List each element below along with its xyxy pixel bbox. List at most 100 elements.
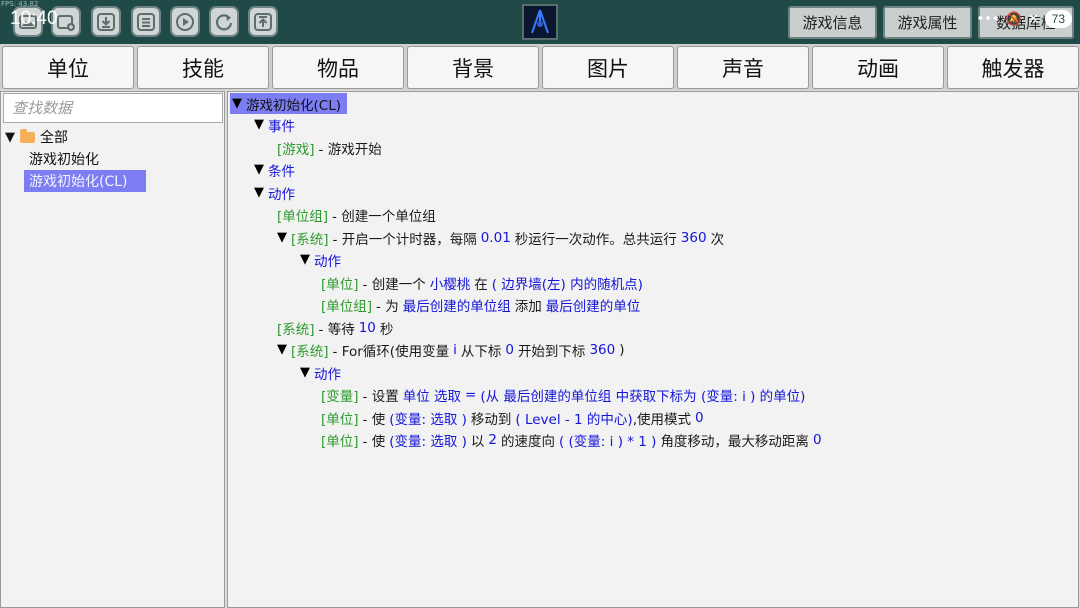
expand-arrow-icon: ▼ — [300, 365, 310, 380]
action-text: ) — [619, 341, 625, 358]
actions-label: 动作 — [314, 366, 341, 383]
script-root[interactable]: ▼ 游戏初始化(CL) — [230, 93, 347, 114]
action-line[interactable]: [单位组] - 创建一个单位组 — [277, 204, 436, 225]
action-line[interactable]: [单位组] - 为 最后创建的单位组 添加 最后创建的单位 — [321, 294, 640, 315]
action-text: - 创建一个 — [362, 276, 426, 293]
tree-item-game-init[interactable]: 游戏初始化 — [24, 148, 104, 170]
play-icon — [176, 12, 194, 31]
tree-item-game-init-cl[interactable]: 游戏初始化(CL) — [24, 170, 146, 192]
action-text: - 创建一个单位组 — [332, 208, 436, 225]
action-text: 添加 — [514, 298, 542, 315]
refresh-icon — [215, 13, 233, 30]
action-tag: [系统] — [291, 231, 329, 248]
action-line-for-loop[interactable]: ▼ [系统] - For循环(使用变量 i 从下标 0 开始到下标 360 ) — [277, 339, 625, 360]
events-label: 事件 — [268, 118, 295, 135]
action-value[interactable]: ( Level - 1 的中心) — [515, 408, 632, 428]
system-status-icons: ••• 🔕 ✕ 73 — [977, 10, 1072, 28]
tab-background[interactable]: 背景 — [407, 46, 539, 89]
action-value[interactable]: 小樱桃 — [430, 273, 471, 293]
save-button[interactable] — [131, 6, 161, 37]
action-value[interactable]: 0 — [695, 410, 704, 426]
folder-icon — [20, 128, 35, 143]
game-logo-button[interactable] — [522, 4, 558, 40]
action-value[interactable]: 2 — [488, 432, 497, 448]
action-line[interactable]: [单位] - 使 (变量: 选取 ) 以 2 的速度向 ( (变量: i ) *… — [321, 429, 822, 450]
action-tag: [单位] — [321, 411, 359, 428]
action-text: 以 — [470, 433, 485, 450]
action-value[interactable]: 最后创建的单位组 — [403, 295, 511, 315]
action-value[interactable]: ( (变量: i ) * 1 ) — [559, 430, 656, 450]
action-line[interactable]: [单位] - 使 (变量: 选取 ) 移动到 ( Level - 1 的中心) … — [321, 407, 704, 428]
expand-arrow-icon: ▼ — [277, 230, 287, 245]
actions-label: 动作 — [314, 253, 341, 270]
action-text: 在 — [474, 276, 488, 293]
event-tag: [游戏] — [277, 141, 315, 158]
action-text: 角度移动，最大移动距离 — [660, 433, 809, 450]
action-value[interactable]: ( 边界墙(左) 内的随机点) — [492, 273, 643, 293]
tab-animations[interactable]: 动画 — [812, 46, 944, 89]
download-icon — [97, 12, 115, 31]
action-value[interactable]: 360 — [681, 230, 707, 246]
action-value[interactable]: 0 — [505, 342, 514, 358]
event-line[interactable]: [游戏] - 游戏开始 — [277, 137, 382, 158]
battery-indicator: 73 — [1044, 10, 1072, 28]
tab-items[interactable]: 物品 — [272, 46, 404, 89]
tab-skills[interactable]: 技能 — [137, 46, 269, 89]
expand-arrow-icon: ▼ — [277, 342, 287, 357]
action-value[interactable]: 0.01 — [481, 230, 511, 246]
game-properties-button[interactable]: 游戏属性 — [883, 6, 972, 39]
action-text: - For循环(使用变量 — [332, 343, 450, 360]
close-icon: ✕ — [1027, 11, 1039, 27]
search-input[interactable] — [3, 93, 223, 123]
action-value[interactable]: 单位 选取 — [403, 385, 461, 405]
tree-root-all[interactable]: ▼ 全部 — [5, 127, 68, 147]
action-text: - 设置 — [362, 388, 399, 405]
action-text: - 使 — [362, 411, 386, 428]
tab-sounds[interactable]: 声音 — [677, 46, 809, 89]
action-text: 秒 — [379, 321, 394, 338]
play-button[interactable] — [170, 6, 200, 37]
actions-header[interactable]: ▼ 动作 — [254, 182, 295, 203]
expand-arrow-icon: ▼ — [300, 252, 310, 267]
action-value[interactable]: 360 — [589, 342, 615, 358]
mute-icon: 🔕 — [1005, 11, 1022, 27]
action-line[interactable]: [单位] - 创建一个 小樱桃 在 ( 边界墙(左) 内的随机点) — [321, 272, 643, 293]
sub-actions-header[interactable]: ▼ 动作 — [300, 362, 341, 383]
actions-label: 动作 — [268, 186, 295, 203]
action-tag: [系统] — [291, 343, 329, 360]
event-text: - 游戏开始 — [318, 141, 382, 158]
category-tabs: 单位 技能 物品 背景 图片 声音 动画 触发器 — [0, 44, 1080, 90]
action-line[interactable]: [系统] - 等待 10 秒 — [277, 317, 393, 338]
action-value[interactable]: 0 — [813, 432, 822, 448]
action-value[interactable]: (变量: 选取 ) — [389, 408, 467, 428]
save-icon — [137, 12, 155, 31]
tab-triggers[interactable]: 触发器 — [947, 46, 1079, 89]
action-value[interactable]: (变量: 选取 ) — [389, 430, 467, 450]
download-button[interactable] — [91, 6, 121, 37]
game-info-button[interactable]: 游戏信息 — [788, 6, 877, 39]
action-value[interactable]: 最后创建的单位 — [546, 295, 641, 315]
action-value[interactable]: i — [453, 342, 457, 358]
status-clock: 10:40 — [10, 8, 58, 29]
tab-images[interactable]: 图片 — [542, 46, 674, 89]
action-text: 从下标 — [460, 343, 502, 360]
action-tag: [变量] — [321, 388, 359, 405]
upload-icon — [254, 12, 272, 31]
action-text: 的速度向 — [500, 433, 555, 450]
action-text: 移动到 — [470, 411, 512, 428]
action-line-timer[interactable]: ▼ [系统] - 开启一个计时器，每隔 0.01 秒运行一次动作。总共运行 36… — [277, 227, 724, 248]
action-operator: = — [465, 386, 477, 403]
action-value[interactable]: 10 — [359, 320, 376, 336]
action-tag: [单位] — [321, 433, 359, 450]
action-line[interactable]: [变量] - 设置 单位 选取 = (从 最后创建的单位组 中获取下标为 (变量… — [321, 384, 805, 405]
action-text: - 等待 — [318, 321, 355, 338]
tab-units[interactable]: 单位 — [2, 46, 134, 89]
action-value[interactable]: (从 最后创建的单位组 中获取下标为 (变量: i ) 的单位) — [480, 385, 805, 405]
conditions-header[interactable]: ▼ 条件 — [254, 159, 295, 180]
expand-arrow-icon: ▼ — [5, 129, 15, 145]
more-icon: ••• — [976, 11, 1000, 27]
events-header[interactable]: ▼ 事件 — [254, 114, 295, 135]
refresh-button[interactable] — [209, 6, 239, 37]
sub-actions-header[interactable]: ▼ 动作 — [300, 249, 341, 270]
upload-button[interactable] — [248, 6, 278, 37]
